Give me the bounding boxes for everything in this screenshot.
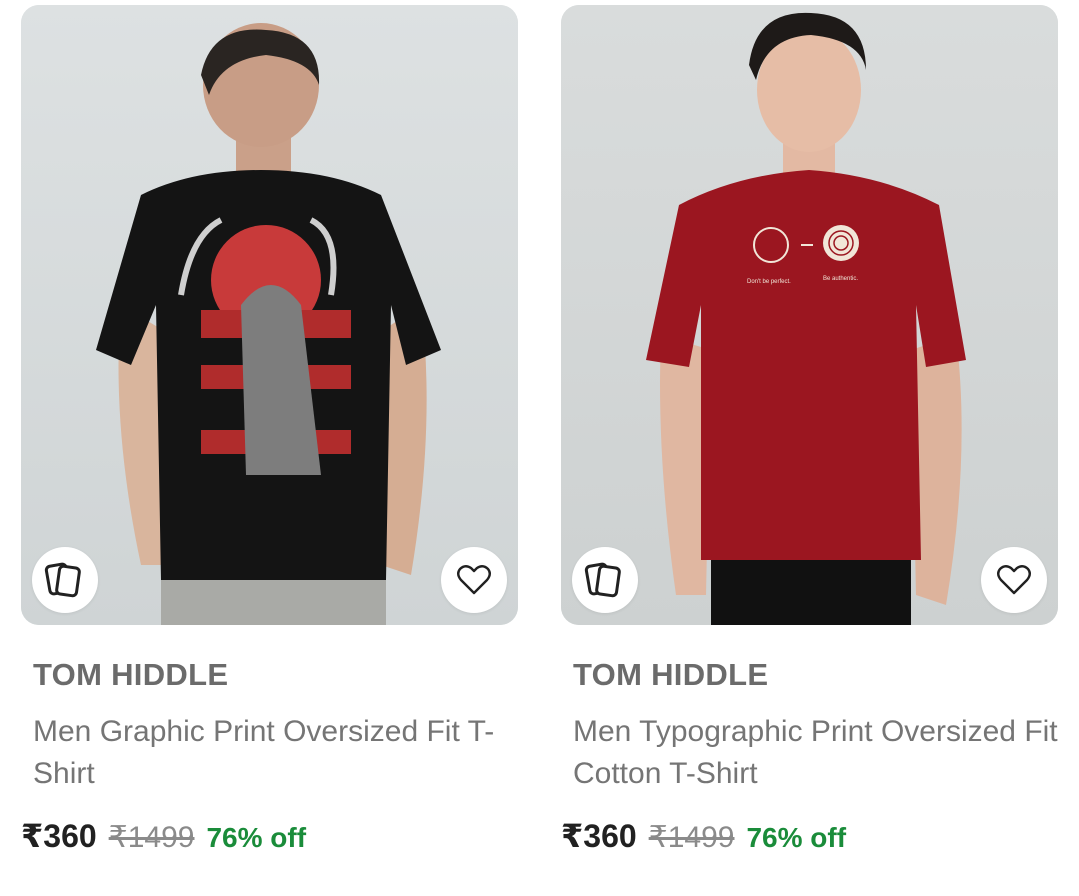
discount-badge: 76% off bbox=[746, 822, 847, 853]
discount-badge: 76% off bbox=[206, 822, 307, 853]
heart-icon bbox=[457, 565, 491, 595]
print-text-right: Be authentic. bbox=[823, 276, 858, 282]
product-card[interactable]: Don't be perfect. Be authentic. TOM HIDD… bbox=[561, 5, 1058, 854]
product-photo-back-view bbox=[21, 5, 518, 625]
similar-products-button[interactable] bbox=[572, 547, 638, 613]
wishlist-button[interactable] bbox=[441, 547, 507, 613]
product-grid: TOM HIDDLE Men Graphic Print Oversized F… bbox=[0, 0, 1079, 896]
product-brand: TOM HIDDLE bbox=[573, 657, 769, 692]
original-price: ₹1499 bbox=[108, 821, 195, 854]
product-photo-front-view: Don't be perfect. Be authentic. bbox=[561, 5, 1058, 625]
product-brand: TOM HIDDLE bbox=[33, 657, 229, 692]
product-card[interactable]: TOM HIDDLE Men Graphic Print Oversized F… bbox=[21, 5, 518, 854]
price-row: ₹360 ₹1499 76% off bbox=[561, 817, 846, 855]
wishlist-button[interactable] bbox=[981, 547, 1047, 613]
product-title[interactable]: Men Typographic Print Oversized Fit Cott… bbox=[573, 711, 1063, 795]
similar-products-button[interactable] bbox=[32, 547, 98, 613]
similar-products-icon bbox=[44, 562, 81, 598]
price-row: ₹360 ₹1499 76% off bbox=[21, 817, 306, 855]
original-price: ₹1499 bbox=[648, 821, 735, 854]
product-image[interactable] bbox=[21, 5, 518, 625]
similar-products-icon bbox=[584, 562, 621, 598]
selling-price: ₹360 bbox=[561, 818, 637, 854]
heart-icon bbox=[997, 565, 1031, 595]
product-title[interactable]: Men Graphic Print Oversized Fit T-Shirt bbox=[33, 711, 523, 795]
print-text-left: Don't be perfect. bbox=[747, 279, 791, 285]
selling-price: ₹360 bbox=[21, 818, 97, 854]
product-image[interactable]: Don't be perfect. Be authentic. bbox=[561, 5, 1058, 625]
